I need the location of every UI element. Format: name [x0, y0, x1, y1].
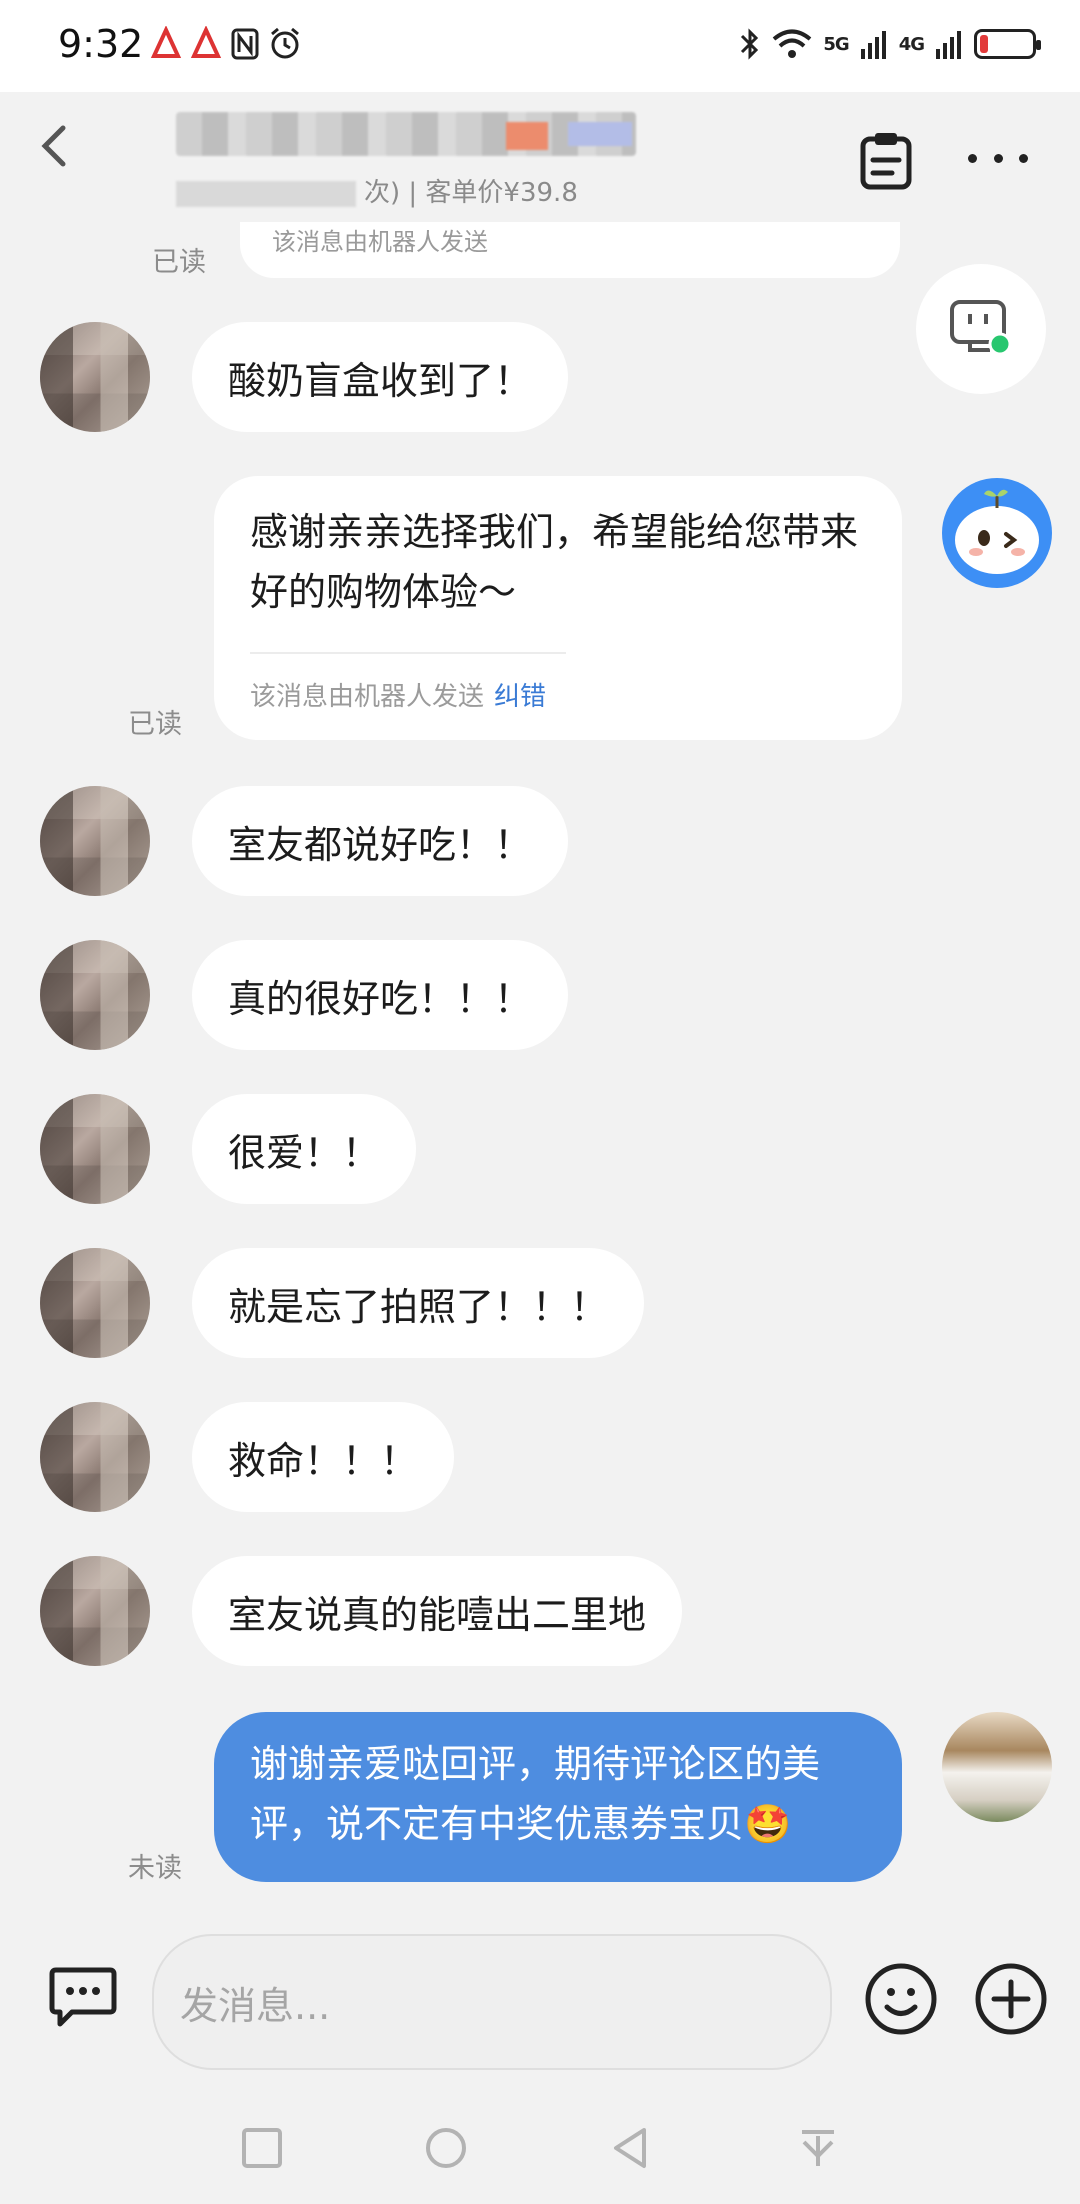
customer-avatar[interactable] — [40, 1094, 150, 1204]
nav-circle-icon — [426, 2128, 466, 2168]
message-text: 谢谢亲爱哒回评，期待评论区的美评，说不定有中奖优惠券宝贝🤩 — [250, 1742, 821, 1846]
back-button[interactable] — [26, 118, 82, 174]
customer-avatar[interactable] — [40, 1248, 150, 1358]
bubble-divider — [250, 652, 566, 654]
customer-avatar[interactable] — [40, 786, 150, 896]
nav-notification-button[interactable] — [796, 2126, 840, 2170]
message-text: 室友都说好吃！！ — [228, 822, 533, 867]
signal-bars-icon — [860, 31, 886, 59]
nav-home-button[interactable] — [424, 2126, 468, 2170]
system-nav-bar — [0, 2084, 1080, 2204]
my-message-bubble[interactable]: 谢谢亲爱哒回评，期待评论区的美评，说不定有中奖优惠券宝贝🤩 — [214, 1712, 902, 1882]
customer-message-bubble[interactable]: 室友说真的能噎出二里地 — [192, 1556, 683, 1666]
bluetooth-icon — [741, 28, 759, 60]
message-text: 救命！！！ — [228, 1438, 419, 1483]
plus-button[interactable] — [974, 1962, 1048, 2036]
robot-icon — [950, 300, 1012, 356]
back-icon — [41, 125, 66, 167]
nav-back-icon — [614, 2128, 646, 2168]
nav-back-button[interactable] — [608, 2126, 652, 2170]
emoji-button[interactable] — [864, 1962, 938, 2036]
battery-icon — [974, 29, 1041, 59]
clipboard-button[interactable] — [858, 130, 914, 190]
message-text: 室友说真的能噎出二里地 — [228, 1592, 647, 1637]
status-notification-icons — [150, 26, 302, 62]
read-status-label: 已读 — [152, 247, 206, 278]
message-text: 真的很好吃！！！ — [228, 976, 533, 1021]
customer-message-bubble[interactable]: 就是忘了拍照了！！！ — [192, 1248, 645, 1358]
message-text: 感谢亲亲选择我们，希望能给您带来好的购物体验～ — [250, 510, 859, 614]
input-bar: 发消息... — [0, 1904, 1080, 2084]
customer-message-bubble[interactable]: 室友都说好吃！！ — [192, 786, 569, 896]
customer-message-bubble[interactable]: 很爱！！ — [192, 1094, 417, 1204]
message-text: 很爱！！ — [228, 1130, 381, 1175]
emoji-icon — [865, 1963, 937, 2035]
message-text: 就是忘了拍照了！！！ — [228, 1284, 609, 1329]
message-input[interactable]: 发消息... — [152, 1934, 832, 2070]
plus-icon — [975, 1963, 1047, 2035]
wifi-icon — [773, 29, 812, 58]
bot-avatar[interactable] — [942, 478, 1052, 588]
status-time: 9:32 — [58, 22, 144, 66]
bot-note-text: 该消息由机器人发送 — [250, 682, 485, 712]
input-placeholder: 发消息... — [180, 1983, 331, 2028]
status-system-icons: 5G 4G — [739, 26, 1041, 62]
status-bar: 9:32 5G 4G — [0, 0, 1080, 92]
read-status-label: 已读 — [128, 709, 182, 740]
bot-note-footer: 该消息由机器人发送 纠错 — [250, 676, 546, 713]
signal-5g-label: 5G — [823, 33, 849, 55]
more-icon — [968, 153, 977, 163]
bot-mascot-icon — [955, 489, 1039, 574]
customer-message-bubble[interactable]: 酸奶盲盒收到了！ — [192, 322, 569, 432]
quick-reply-button[interactable] — [48, 1966, 118, 2028]
subtitle-text: 次) | 客单价¥39.8 — [364, 178, 578, 208]
signal-4g-label: 4G — [898, 33, 925, 55]
more-button[interactable] — [968, 138, 1028, 178]
customer-avatar[interactable] — [40, 322, 150, 432]
report-error-link[interactable]: 纠错 — [494, 682, 546, 712]
nfc-icon — [231, 28, 259, 60]
customer-message-bubble[interactable]: 真的很好吃！！！ — [192, 940, 569, 1050]
app-notification-icon — [150, 26, 182, 58]
clipboard-icon — [860, 133, 912, 190]
chat-subtitle: 次) | 客单价¥39.8 — [176, 172, 578, 209]
chat-header: 次) | 客单价¥39.8 — [0, 92, 1080, 222]
customer-avatar[interactable] — [40, 1402, 150, 1512]
customer-message-bubble[interactable]: 救命！！！ — [192, 1402, 455, 1512]
alarm-icon — [271, 27, 299, 59]
bot-reply-bubble[interactable]: 感谢亲亲选择我们，希望能给您带来好的购物体验～ 该消息由机器人发送 纠错 — [214, 476, 902, 740]
chat-title-blurred — [176, 112, 636, 156]
robot-assistant-button[interactable] — [916, 264, 1046, 394]
nav-down-icon — [802, 2130, 834, 2166]
unread-status-label: 未读 — [128, 1853, 182, 1884]
nav-recents-button[interactable] — [240, 2126, 284, 2170]
signal-bars-icon — [936, 31, 961, 59]
nav-square-icon — [242, 2128, 282, 2168]
bot-note-text: 该消息由机器人发送 — [272, 228, 488, 256]
customer-avatar[interactable] — [40, 940, 150, 1050]
customer-avatar[interactable] — [40, 1556, 150, 1666]
message-text: 酸奶盲盒收到了！ — [228, 358, 533, 403]
app-notification-icon — [190, 26, 222, 58]
partial-bot-bubble: 该消息由机器人发送 — [240, 222, 900, 278]
chat-icon — [49, 1967, 117, 2027]
my-avatar[interactable] — [942, 1712, 1052, 1822]
